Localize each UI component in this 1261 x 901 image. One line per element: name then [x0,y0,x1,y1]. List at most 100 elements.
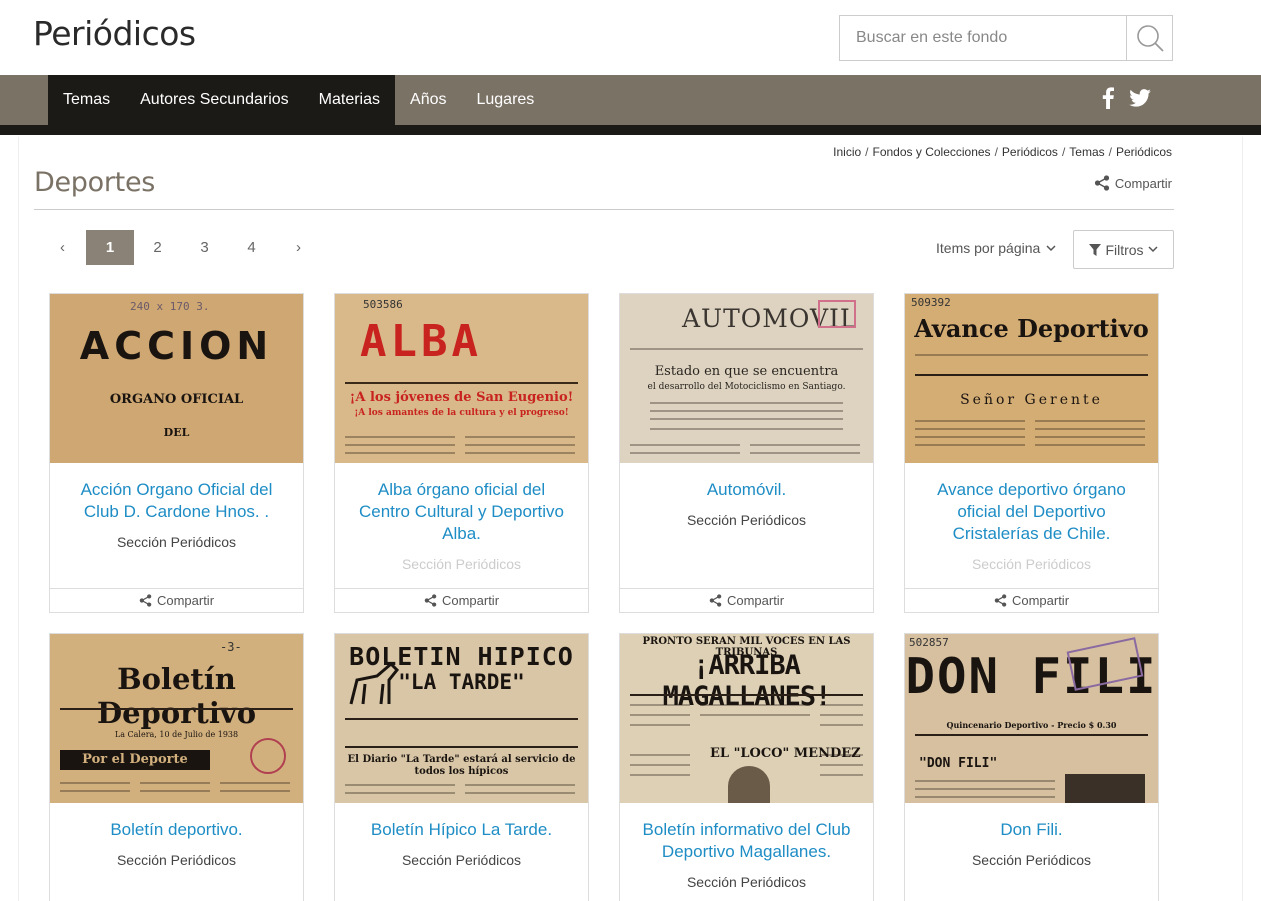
card-title[interactable]: Boletín informativo del Club Deportivo M… [620,819,873,863]
nav-item-lugares[interactable]: Lugares [461,75,549,125]
nav-menu: Temas Autores Secundarios Materias Años … [48,75,549,125]
search-icon [1136,25,1164,52]
share-icon [1094,175,1110,191]
stamp [250,738,286,774]
share-icon [994,594,1007,607]
card-title[interactable]: Boletín deportivo. [50,819,303,841]
card-section: Sección Periódicos [971,556,1092,572]
thumb-masthead: ¡ARRIBA MAGALLANES! [662,650,832,712]
content-area: Inicio / Fondos y Colecciones / Periódicos… [18,137,1243,901]
card-title[interactable]: Acción Organo Oficial del Club D. Cardon… [50,479,303,523]
pagination-prev[interactable]: ‹ [39,230,86,265]
card-thumbnail[interactable]: -3- Boletín Deportivo La Calera, 10 de J… [50,634,303,803]
pagination-page-1[interactable]: 1 [86,230,134,265]
thumb-masthead: ACCION [79,324,274,368]
twitter-icon[interactable] [1129,89,1151,107]
card-share-button[interactable]: Compartir [905,588,1158,612]
thumb-note: 240 x 170 3. [130,300,210,313]
items-per-page-label: Items por página [936,240,1041,256]
breadcrumb-item-current: Periódicos [1115,145,1172,159]
card-title[interactable]: Boletín Hípico La Tarde. [335,819,588,841]
card-title[interactable]: Alba órgano oficial del Centro Cultural … [335,479,588,545]
card-thumbnail[interactable]: 240 x 170 3. ACCION ORGANO OFICIAL DEL [50,294,303,463]
thumb-subtitle: Quincenario Deportivo - Precio $ 0.30 [946,720,1117,730]
search-input[interactable] [840,16,1126,60]
thumb-subtitle: el desarrollo del Motociclismo en Santia… [647,382,846,392]
thumb-note: 503586 [363,298,403,311]
search-button[interactable] [1126,16,1172,60]
card-share-label: Compartir [1011,593,1070,608]
card-share-label: Compartir [726,593,785,608]
thumb-note: -3- [220,640,242,654]
site-header: Periódicos [0,0,1261,75]
nav-item-temas[interactable]: Temas [48,75,126,125]
facebook-icon[interactable] [1101,87,1115,109]
card-thumbnail[interactable]: BOLETIN HIPICO "LA TARDE" El Diario "La … [335,634,588,803]
title-divider [34,209,1174,210]
main-navbar: Temas Autores Secundarios Materias Años … [0,75,1261,135]
card-share-button[interactable]: Compartir [335,588,588,612]
card-title[interactable]: Automóvil. [620,479,873,501]
pagination-page-2[interactable]: 2 [134,230,181,265]
thumb-masthead: ALBA [360,316,482,367]
card-thumbnail[interactable]: AUTOMOVIL Estado en que se encuentra el … [620,294,873,463]
breadcrumb-item-inicio[interactable]: Inicio [833,145,861,159]
filters-label: Filtros [1105,241,1144,258]
share-icon [139,594,152,607]
stamp [818,300,856,328]
thumb-subtitle: Estado en que se encuentra [654,364,839,379]
card-title[interactable]: Avance deportivo órgano oficial del Depo… [905,479,1158,545]
card-section: Sección Periódicos [401,556,522,572]
filters-button[interactable]: Filtros [1073,230,1174,269]
card-thumbnail[interactable]: 502857 DON FILI Quincenario Deportivo - … [905,634,1158,803]
share-button[interactable]: Compartir [1094,175,1172,191]
chevron-down-icon [1046,244,1056,251]
card-share-button[interactable]: Compartir [50,588,303,612]
card-title[interactable]: Don Fili. [905,819,1158,841]
card-share-button[interactable]: Compartir [620,588,873,612]
result-card: PRONTO SERAN MIL VOCES EN LAS TRIBUNAS ¡… [619,633,874,901]
thumb-masthead: Avance Deportivo [914,314,1149,343]
thumb-subtitle: ORGANO OFICIAL [109,392,244,407]
card-section: Sección Periódicos [971,852,1092,868]
card-section: Sección Periódicos [401,852,522,868]
thumb-masthead: Boletín Deportivo [96,662,257,730]
breadcrumb-item-fondos[interactable]: Fondos y Colecciones [873,145,991,159]
card-share-label: Compartir [441,593,500,608]
horse-illustration [349,661,400,705]
card-section: Sección Periódicos [116,852,237,868]
page-title: Deportes [34,167,156,198]
card-share-label: Compartir [156,593,215,608]
card-section: Sección Periódicos [686,512,807,528]
pagination-page-3[interactable]: 3 [181,230,228,265]
result-card: AUTOMOVIL Estado en que se encuentra el … [619,293,874,613]
pagination: ‹ 1 2 3 4 › [39,230,322,265]
result-card: 503586 ALBA ¡A los jóvenes de San Eugeni… [334,293,589,613]
share-label: Compartir [1114,175,1172,191]
nav-item-anos[interactable]: Años [395,75,461,125]
result-card: -3- Boletín Deportivo La Calera, 10 de J… [49,633,304,901]
site-title[interactable]: Periódicos [33,14,196,53]
share-icon [424,594,437,607]
breadcrumb-item-periodicos[interactable]: Periódicos [1002,145,1058,159]
thumb-subtitle: "DON FILI" [919,756,998,771]
card-thumbnail[interactable]: 503586 ALBA ¡A los jóvenes de San Eugeni… [335,294,588,463]
social-links [1101,87,1151,109]
card-thumbnail[interactable]: 509392 Avance Deportivo Señor Gerente [905,294,1158,463]
pagination-page-4[interactable]: 4 [228,230,275,265]
breadcrumb-item-temas[interactable]: Temas [1069,145,1104,159]
card-section: Sección Periódicos [686,874,807,890]
card-section: Sección Periódicos [116,534,237,550]
photo-block [1065,774,1145,803]
nav-item-autores-secundarios[interactable]: Autores Secundarios [125,75,304,125]
thumb-subtitle: El Diario "La Tarde" estará al servicio … [347,754,576,777]
thumb-subtitle: DEL [163,426,190,439]
card-thumbnail[interactable]: PRONTO SERAN MIL VOCES EN LAS TRIBUNAS ¡… [620,634,873,803]
items-per-page-dropdown[interactable]: Items por página [936,240,1056,256]
pagination-next[interactable]: › [275,230,322,265]
thumb-subtitle: Por el Deporte [60,750,210,770]
thumb-note: 509392 [911,296,951,309]
thumb-subtitle: ¡A los jóvenes de San Eugenio! [349,390,574,405]
nav-item-materias[interactable]: Materias [303,75,396,125]
result-card: BOLETIN HIPICO "LA TARDE" El Diario "La … [334,633,589,901]
